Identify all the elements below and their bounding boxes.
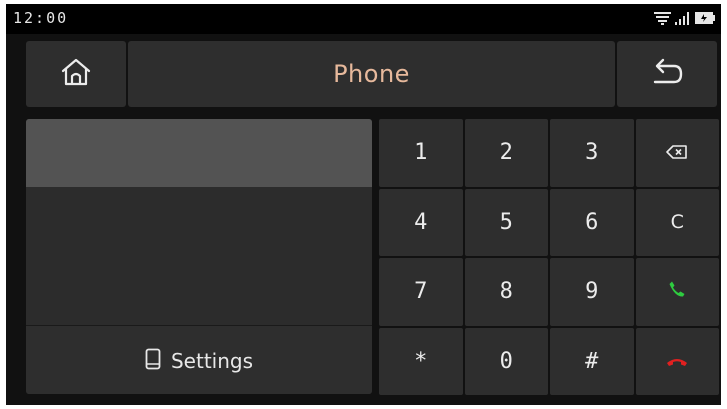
key-label: 5 bbox=[499, 209, 513, 235]
key-hash[interactable]: # bbox=[550, 327, 634, 395]
key-0[interactable]: 0 bbox=[464, 327, 548, 395]
hang-up-icon bbox=[666, 349, 688, 374]
key-5[interactable]: 5 bbox=[464, 188, 548, 256]
backspace-button[interactable] bbox=[635, 119, 719, 187]
key-1[interactable]: 1 bbox=[379, 119, 463, 187]
key-label: 8 bbox=[499, 279, 513, 305]
call-button[interactable] bbox=[635, 258, 719, 326]
home-button[interactable] bbox=[26, 41, 126, 107]
key-label: 1 bbox=[414, 140, 428, 166]
page-title: Phone bbox=[333, 60, 410, 88]
settings-label: Settings bbox=[170, 348, 254, 373]
status-clock: 12:00 bbox=[13, 9, 69, 27]
phone-device-icon bbox=[145, 348, 161, 374]
key-7[interactable]: 7 bbox=[379, 258, 463, 326]
battery-icon bbox=[695, 11, 715, 25]
wifi-icon bbox=[654, 11, 671, 25]
key-6[interactable]: 6 bbox=[550, 188, 634, 256]
key-8[interactable]: 8 bbox=[464, 258, 548, 326]
clear-button[interactable]: C bbox=[635, 188, 719, 256]
key-3[interactable]: 3 bbox=[550, 119, 634, 187]
key-star[interactable]: * bbox=[379, 327, 463, 395]
call-icon bbox=[668, 279, 686, 304]
key-label: 9 bbox=[585, 279, 599, 305]
key-label: C bbox=[670, 211, 684, 234]
backspace-icon bbox=[666, 140, 688, 165]
status-icons bbox=[654, 10, 715, 26]
settings-button[interactable]: Settings bbox=[26, 325, 372, 394]
back-arrow-icon bbox=[650, 57, 684, 91]
key-label: 2 bbox=[499, 140, 513, 166]
key-label: 4 bbox=[414, 209, 428, 235]
key-label: 6 bbox=[585, 209, 599, 235]
key-4[interactable]: 4 bbox=[379, 188, 463, 256]
back-button[interactable] bbox=[617, 41, 717, 107]
key-9[interactable]: 9 bbox=[550, 258, 634, 326]
key-2[interactable]: 2 bbox=[464, 119, 548, 187]
number-display bbox=[26, 119, 372, 187]
home-icon bbox=[59, 57, 93, 91]
dial-keypad: 1 2 3 4 5 6 C 7 8 9 * 0 # bbox=[379, 119, 719, 395]
hang-up-button[interactable] bbox=[635, 327, 719, 395]
key-label: * bbox=[414, 348, 428, 374]
key-label: # bbox=[585, 348, 599, 374]
key-label: 7 bbox=[414, 279, 428, 305]
key-label: 0 bbox=[499, 348, 513, 374]
status-bar: 12:00 bbox=[6, 4, 721, 34]
phone-screen: 12:00 Phone Settings 1 2 3 4 5 6 C 7 8 9… bbox=[6, 4, 721, 405]
signal-icon bbox=[675, 11, 691, 25]
dial-panel: Settings bbox=[26, 119, 372, 394]
key-label: 3 bbox=[585, 140, 599, 166]
title-bar: Phone bbox=[128, 41, 615, 107]
